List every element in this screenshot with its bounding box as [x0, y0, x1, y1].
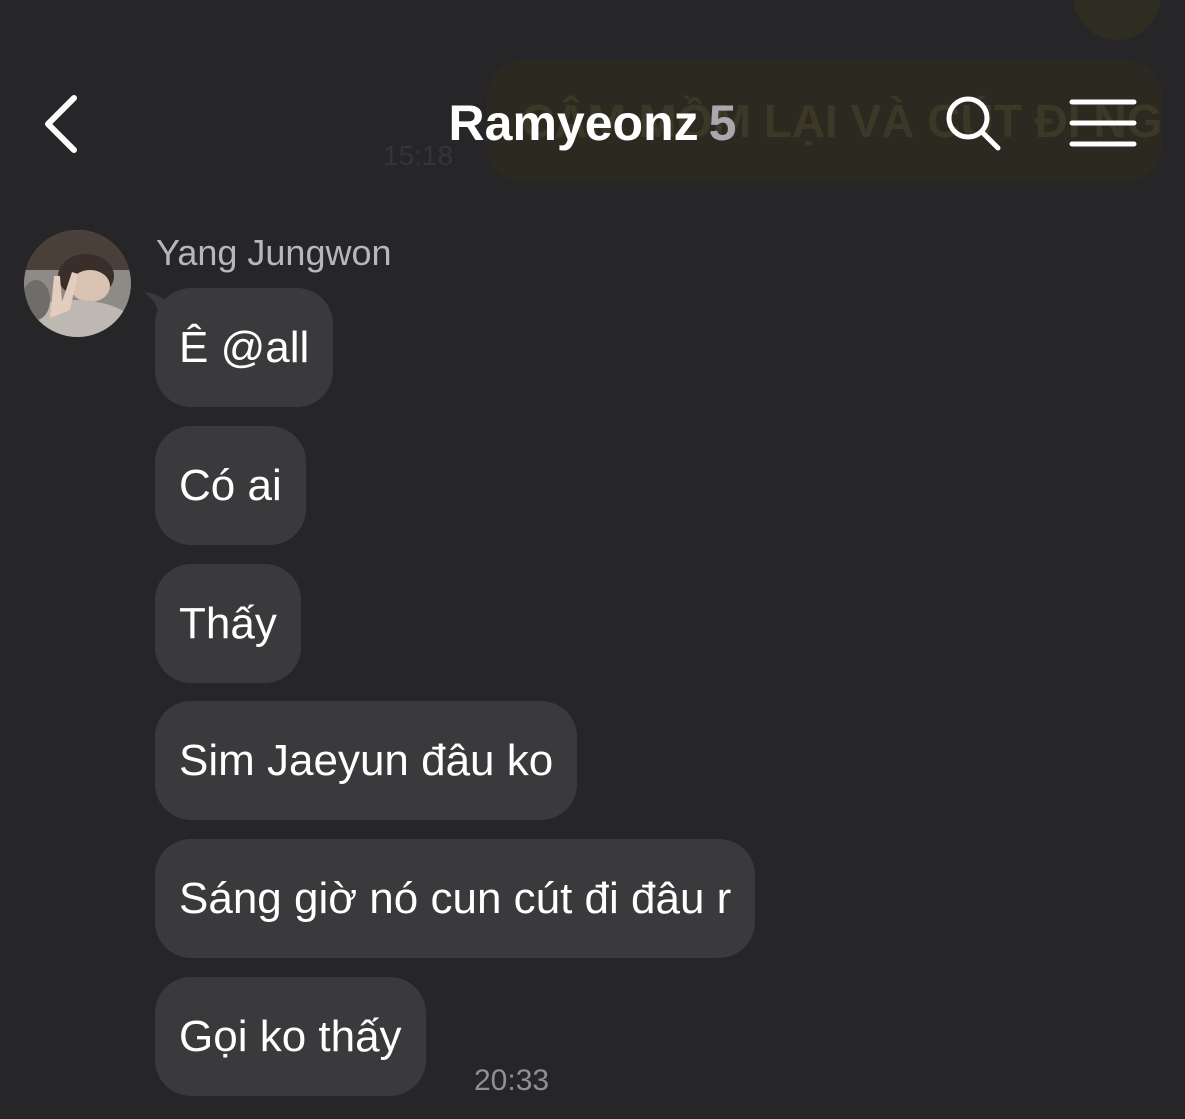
avatar-photo: [24, 230, 131, 337]
message-bubble[interactable]: Sim Jaeyun đâu ko: [155, 701, 578, 820]
chat-screen: CÂM MỒM LẠI VÀ CÚT ĐI NGỦ 15:18 Ramyeonz…: [0, 0, 1185, 1119]
chat-title-text[interactable]: Ramyeonz: [449, 95, 699, 151]
message-bubble[interactable]: Sáng giờ nó cun cút đi đâu r: [155, 839, 756, 958]
search-button[interactable]: [938, 88, 1010, 160]
member-count: 5: [708, 95, 737, 151]
message-bubble[interactable]: Ê @all: [155, 288, 334, 407]
search-icon: [946, 96, 1001, 151]
menu-button[interactable]: [1064, 92, 1140, 156]
sender-name: Yang Jungwon: [156, 232, 392, 273]
scrolled-avatar: [1073, 0, 1161, 40]
sender-avatar[interactable]: [24, 230, 131, 337]
back-button[interactable]: [30, 88, 94, 160]
message-timestamp: 20:33: [474, 1064, 550, 1097]
message-bubble[interactable]: Gọi ko thấy: [155, 977, 426, 1096]
message-bubble[interactable]: Có ai: [155, 426, 306, 545]
chevron-left-icon: [45, 95, 77, 153]
message-bubble[interactable]: Thấy: [155, 564, 301, 683]
hamburger-menu-icon: [1069, 99, 1137, 147]
scrolled-message-time: 15:18: [383, 140, 454, 171]
